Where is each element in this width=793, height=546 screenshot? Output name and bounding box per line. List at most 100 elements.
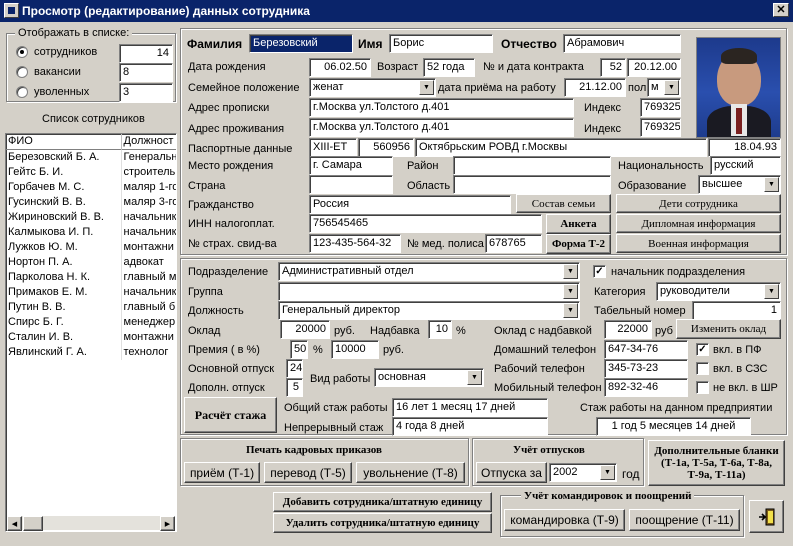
employee-position-cell[interactable]: монтажни <box>121 330 176 345</box>
family-composition-button[interactable]: Состав семьи <box>516 194 611 213</box>
work-phone-field[interactable]: 345-73-23 <box>604 359 688 378</box>
employee-position-cell[interactable]: маляр 3-го <box>121 195 177 210</box>
index-field-2[interactable]: 769325 <box>640 118 681 137</box>
add-employee-button[interactable]: Добавить сотрудника/штатную единицу <box>273 492 492 512</box>
sex-select[interactable]: м ▼ <box>647 78 681 97</box>
scroll-left-icon[interactable]: ◀ <box>7 516 22 531</box>
employee-position-cell[interactable]: начальник <box>121 285 177 300</box>
business-trip-t9-button[interactable]: командировка (Т-9) <box>504 509 625 531</box>
contract-date-field[interactable]: 20.12.00 <box>627 58 681 77</box>
head-of-department-checkbox[interactable]: ✓ <box>593 265 606 278</box>
close-button[interactable]: ✕ <box>773 3 789 17</box>
department-select[interactable]: Административный отдел ▼ <box>278 262 580 281</box>
table-row[interactable]: Калмыкова И. П. начальник <box>6 224 177 240</box>
hire-t1-button[interactable]: приём (Т-1) <box>184 462 260 483</box>
column-header-fio[interactable]: ФИО <box>6 134 122 149</box>
diploma-button[interactable]: Дипломная информация <box>616 214 781 233</box>
birthplace-field[interactable]: г. Самара <box>309 156 393 175</box>
table-row[interactable]: Спирс Б. Г. менеджер <box>6 314 176 330</box>
employee-position-cell[interactable]: монтажни <box>121 240 176 255</box>
work-type-select[interactable]: основная ▼ <box>374 368 484 387</box>
passport-issuer-field[interactable]: Октябрьским РОВД г.Москвы <box>415 138 707 157</box>
chevron-down-icon[interactable]: ▼ <box>563 303 578 318</box>
index-field-1[interactable]: 769325 <box>640 98 681 117</box>
table-row[interactable]: Сталин И. В. монтажни <box>6 329 176 345</box>
employee-name-cell[interactable]: Жириновский В. В. <box>6 209 122 225</box>
table-row[interactable]: Гусинский В. В. маляр 3-го <box>6 194 177 210</box>
employee-position-cell[interactable]: адвокат <box>121 255 176 270</box>
exit-door-button[interactable] <box>749 500 784 533</box>
nationality-field[interactable]: русский <box>710 156 781 175</box>
scroll-thumb[interactable] <box>23 516 43 531</box>
change-salary-button[interactable]: Изменить оклад <box>676 319 781 339</box>
medical-policy-field[interactable]: 678765 <box>485 234 542 253</box>
table-row[interactable]: Березовский Б. А. Генеральн <box>6 149 177 165</box>
employee-position-cell[interactable]: менеджер <box>121 315 176 330</box>
employee-position-cell[interactable]: строитель <box>121 165 176 180</box>
district-field[interactable] <box>453 156 611 175</box>
family-status-select[interactable]: женат ▼ <box>309 78 436 97</box>
region-field[interactable] <box>453 175 611 194</box>
employee-position-cell[interactable]: технолог <box>121 345 176 360</box>
insurance-field[interactable]: 123-435-564-32 <box>309 234 401 253</box>
table-row[interactable]: Парколова Н. К. главный м <box>6 269 177 285</box>
employee-name-cell[interactable]: Лужков Ю. М. <box>6 239 122 255</box>
chevron-down-icon[interactable]: ▼ <box>419 80 434 95</box>
vacations-for-button[interactable]: Отпуска за <box>476 462 547 483</box>
registration-address-field[interactable]: г.Москва ул.Толстого д.401 <box>309 98 574 117</box>
patronymic-field[interactable]: Абрамович <box>563 34 681 53</box>
surname-field[interactable]: Березовский <box>249 34 353 53</box>
table-row[interactable]: Примаков Е. М. начальник <box>6 284 177 300</box>
mobile-phone-field[interactable]: 892-32-46 <box>604 378 688 397</box>
szs-checkbox[interactable] <box>696 362 709 375</box>
table-row[interactable]: Горбачев М. С. маляр 1-го <box>6 179 177 195</box>
birth-field[interactable]: 06.02.50 <box>309 58 371 77</box>
salary-field[interactable]: 20000 <box>280 320 330 339</box>
radio-vacancies[interactable] <box>16 66 28 78</box>
live-address-field[interactable]: г.Москва ул.Толстого д.401 <box>309 118 574 137</box>
employee-name-cell[interactable]: Калмыкова И. П. <box>6 224 122 240</box>
chevron-down-icon[interactable]: ▼ <box>764 177 779 192</box>
home-phone-field[interactable]: 647-34-76 <box>604 340 688 359</box>
chevron-down-icon[interactable]: ▼ <box>764 284 779 299</box>
citizenship-field[interactable]: Россия <box>309 195 511 214</box>
table-row[interactable]: Нортон П. А. адвокат <box>6 254 176 270</box>
table-row[interactable]: Гейтс Б. И. строитель <box>6 164 176 180</box>
extra-vacation-field[interactable]: 5 <box>286 378 303 397</box>
employee-position-cell[interactable]: главный б <box>121 300 176 315</box>
chevron-down-icon[interactable]: ▼ <box>664 80 679 95</box>
premium-sum-field[interactable]: 10000 <box>331 340 379 359</box>
tab-number-field[interactable]: 1 <box>692 301 781 320</box>
bonus-field[interactable]: 10 <box>428 320 452 339</box>
employee-name-cell[interactable]: Нортон П. А. <box>6 254 122 270</box>
chevron-down-icon[interactable]: ▼ <box>600 465 615 480</box>
employee-position-cell[interactable]: главный м <box>121 270 177 285</box>
passport-series-field[interactable]: XIII-ЕТ <box>309 138 357 157</box>
position-select[interactable]: Генеральный директор ▼ <box>278 301 580 320</box>
employee-name-cell[interactable]: Березовский Б. А. <box>6 149 122 165</box>
employee-position-cell[interactable]: маляр 1-го <box>121 180 177 195</box>
calc-experience-button[interactable]: Расчёт стажа <box>184 397 277 433</box>
chevron-down-icon[interactable]: ▼ <box>563 264 578 279</box>
children-button[interactable]: Дети сотрудника <box>616 194 781 213</box>
category-select[interactable]: руководители ▼ <box>656 282 781 301</box>
chevron-down-icon[interactable]: ▼ <box>467 370 482 385</box>
passport-number-field[interactable]: 560956 <box>358 138 414 157</box>
contract-number-field[interactable]: 52 <box>600 58 626 77</box>
employee-name-cell[interactable]: Спирс Б. Г. <box>6 314 122 330</box>
employee-position-cell[interactable]: начальник <box>121 225 177 240</box>
hire-date-field[interactable]: 21.12.00 <box>564 78 626 97</box>
education-select[interactable]: высшее ▼ <box>698 175 781 194</box>
table-row[interactable]: Путин В. В. главный б <box>6 299 176 315</box>
employee-position-cell[interactable]: Генеральн <box>121 150 177 165</box>
chevron-down-icon[interactable]: ▼ <box>563 284 578 299</box>
column-header-position[interactable]: Должност <box>121 134 176 149</box>
employee-name-cell[interactable]: Гусинский В. В. <box>6 194 122 210</box>
employee-name-cell[interactable]: Гейтс Б. И. <box>6 164 122 180</box>
country-field[interactable] <box>309 175 393 194</box>
inn-field[interactable]: 756545465 <box>309 214 542 233</box>
extra-forms-button[interactable]: Дополнительные бланки (Т-1а, Т-5а, Т-6а,… <box>648 440 785 486</box>
employee-name-cell[interactable]: Явлинский Г. А. <box>6 344 122 360</box>
anketa-button[interactable]: Анкета <box>546 214 611 234</box>
employee-name-cell[interactable]: Путин В. В. <box>6 299 122 315</box>
